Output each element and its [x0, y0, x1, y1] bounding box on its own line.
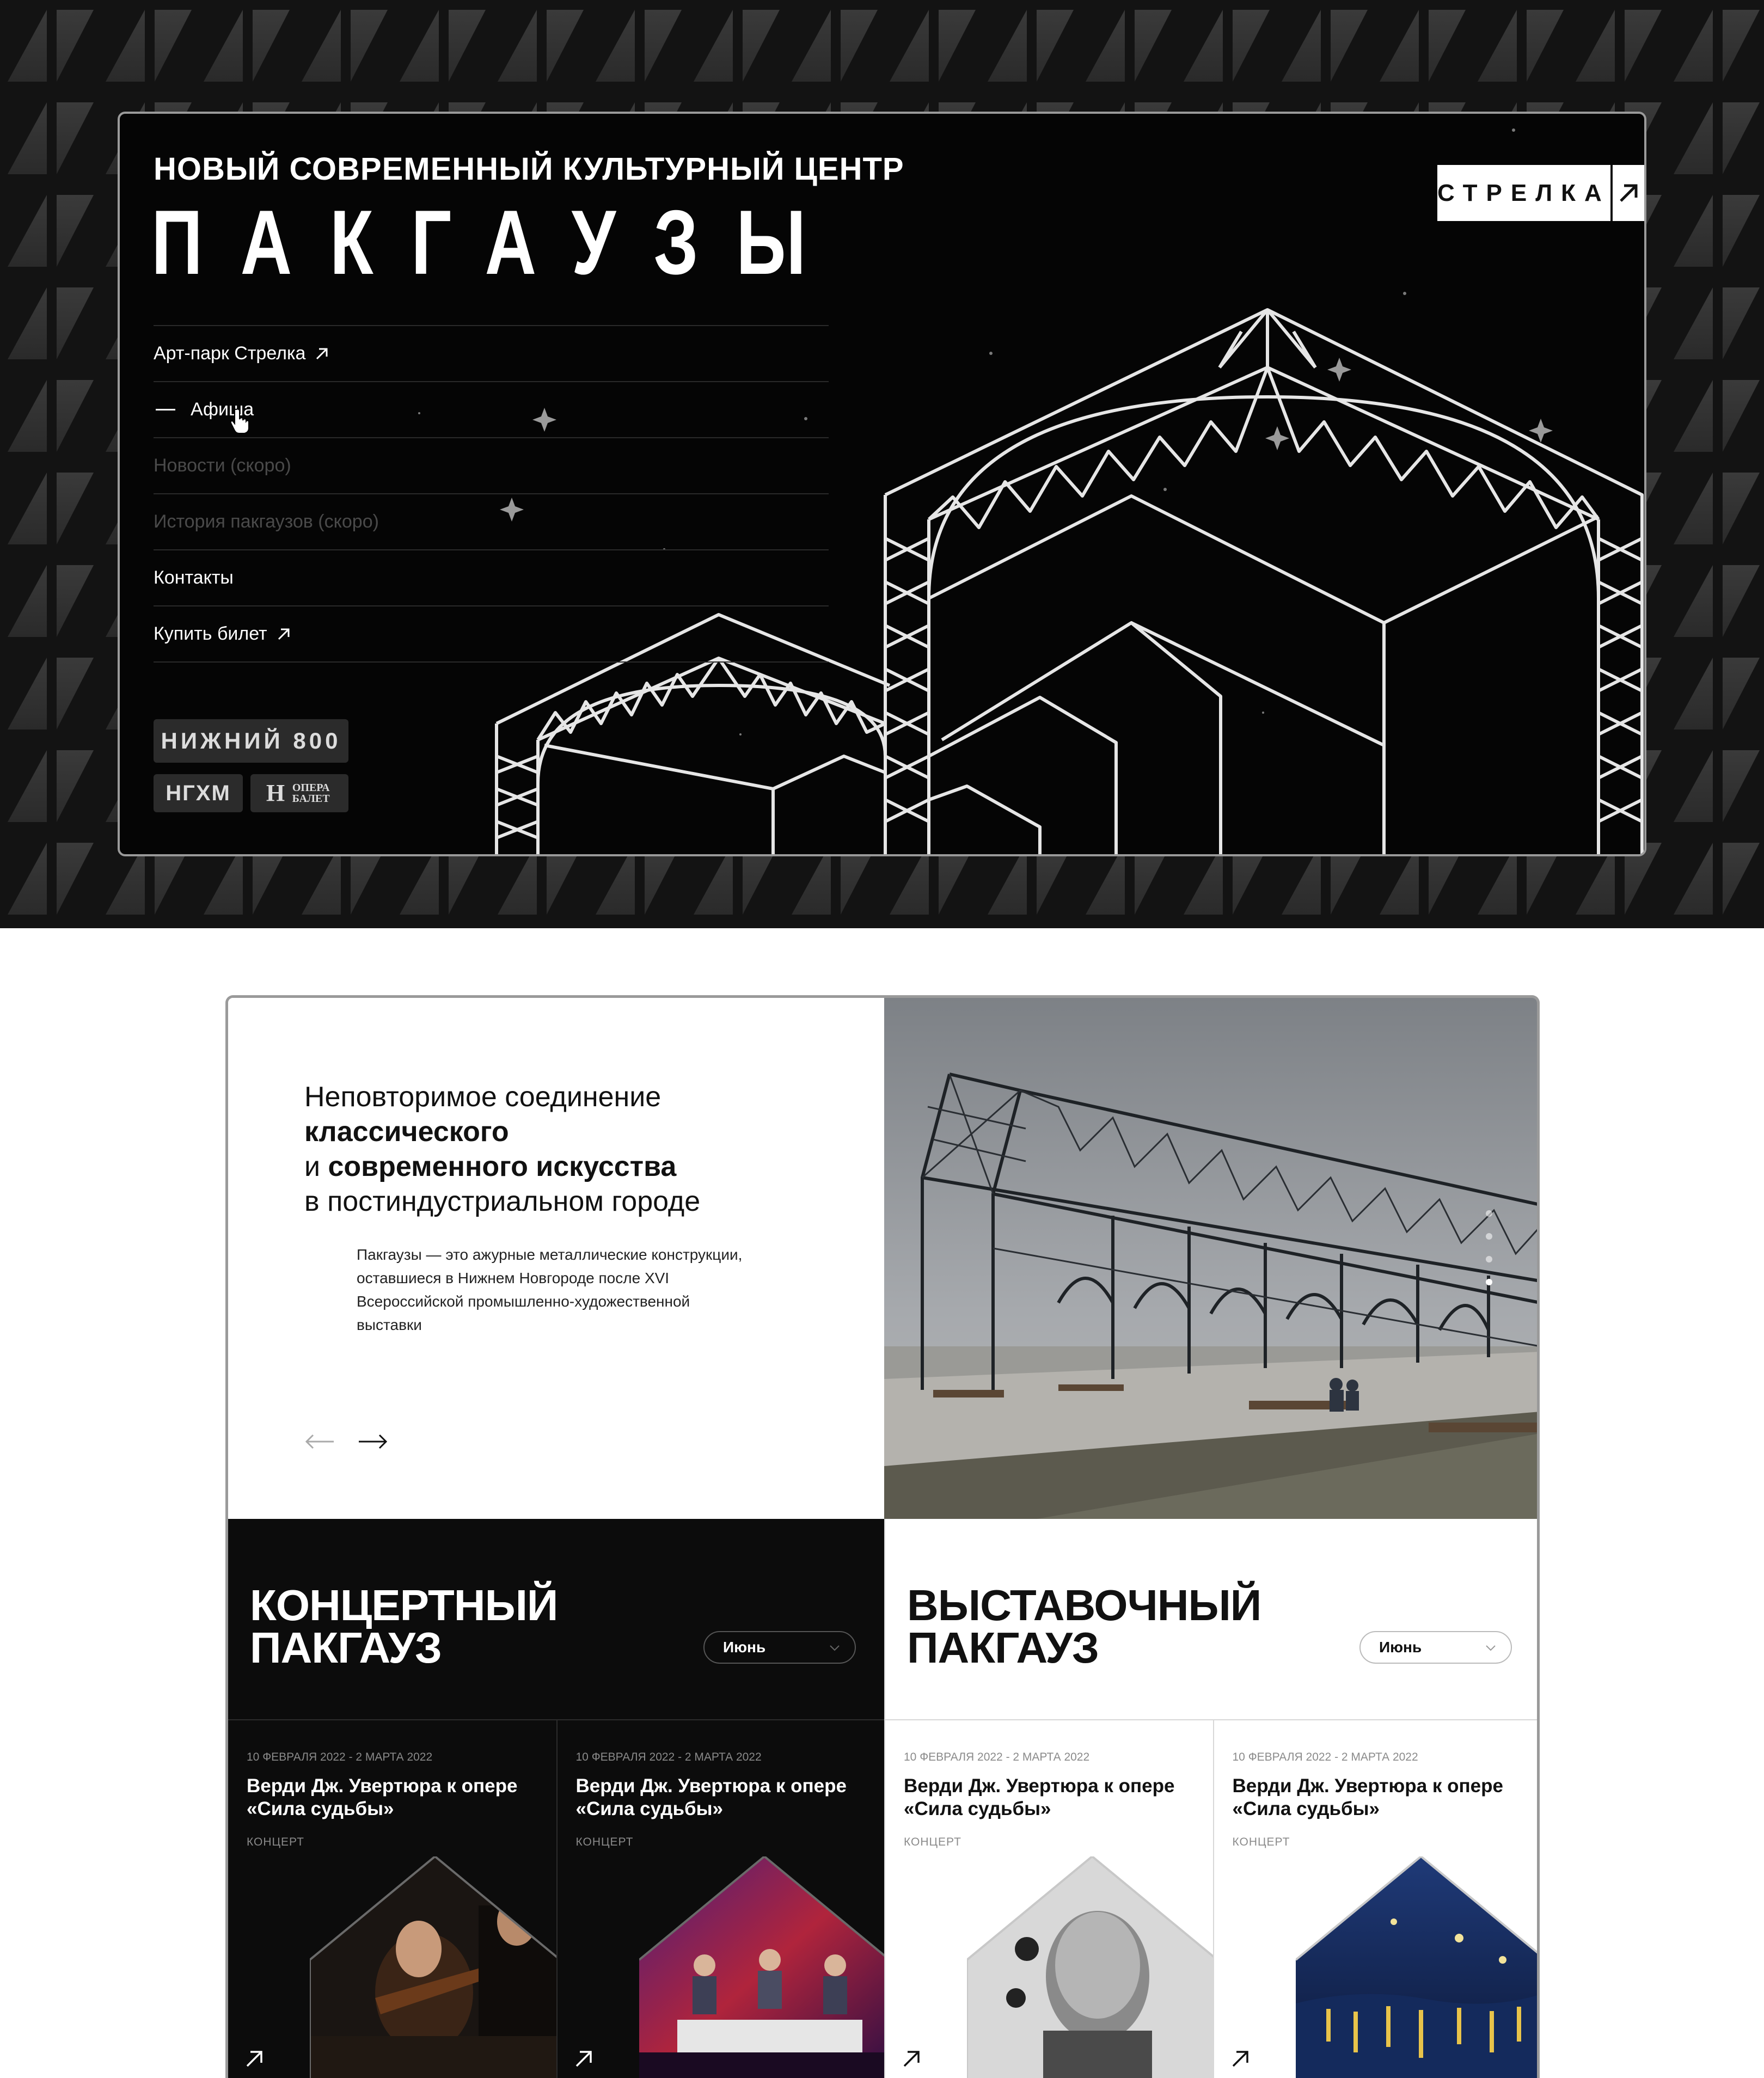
- nav-item-art-park[interactable]: Арт-парк Стрелка: [154, 325, 829, 381]
- external-arrow-icon: [278, 628, 290, 640]
- partner-logo-ngkhm[interactable]: НГХМ: [154, 774, 243, 812]
- slider-dot-active[interactable]: [1486, 1279, 1492, 1285]
- hero-title: ПАКГАУЗЫ: [151, 191, 844, 293]
- month-select[interactable]: Июнь: [703, 1631, 856, 1664]
- venue-title: КОНЦЕРТНЫЙ ПАКГАУЗ: [250, 1581, 558, 1672]
- nav-item-label: Контакты: [154, 567, 234, 588]
- intro-headline: Неповторимое соединение классического и …: [304, 1081, 701, 1217]
- event-cards-concert: 10 ФЕВРАЛЯ 2022 - 2 МАРТА 2022 Верди Дж.…: [228, 1719, 884, 2078]
- event-card[interactable]: 10 ФЕВРАЛЯ 2022 - 2 МАРТА 2022 Верди Дж.…: [885, 1720, 1213, 2078]
- event-tag: КОНЦЕРТ: [575, 1836, 634, 1848]
- arrow-up-right-icon[interactable]: [902, 2049, 921, 2069]
- slider-dot[interactable]: [1486, 1233, 1492, 1240]
- main-nav: Арт-парк Стрелка Афиша Новости (скоро) И…: [154, 325, 829, 663]
- hero-subtitle: НОВЫЙ СОВРЕМЕННЫЙ КУЛЬТУРНЫЙ ЦЕНТР: [154, 151, 904, 187]
- event-tag: КОНЦЕРТ: [904, 1836, 961, 1848]
- hero-section: НОВЫЙ СОВРЕМЕННЫЙ КУЛЬТУРНЫЙ ЦЕНТР ПАКГА…: [0, 0, 1764, 928]
- slider-dots: [1486, 1210, 1492, 1285]
- arrow-up-right-icon[interactable]: [574, 2049, 593, 2069]
- event-card[interactable]: 10 ФЕВРАЛЯ 2022 - 2 МАРТА 2022 Верди Дж.…: [556, 1720, 884, 2078]
- partner-logo-nizhny800[interactable]: НИЖНИЙ 800: [154, 719, 348, 763]
- arrow-up-right-icon[interactable]: [1230, 2049, 1250, 2069]
- event-image-drummers: [639, 1856, 884, 2078]
- partner-logo-opera-ballet[interactable]: H ОПЕРА БАЛЕТ: [250, 774, 348, 812]
- event-date: 10 ФЕВРАЛЯ 2022 - 2 МАРТА 2022: [1232, 1751, 1418, 1763]
- event-title: Верди Дж. Увертюра к опере «Сила судьбы»: [904, 1775, 1175, 1819]
- month-select[interactable]: Июнь: [1359, 1631, 1512, 1664]
- nav-item-buy-ticket[interactable]: Купить билет: [154, 605, 829, 661]
- nav-item-history: История пакгаузов (скоро): [154, 493, 829, 549]
- pakgauz-photo: [884, 998, 1537, 1519]
- nav-item-news: Новости (скоро): [154, 437, 829, 493]
- event-title: Верди Дж. Увертюра к опере «Сила судьбы»: [247, 1775, 518, 1819]
- event-cards-exhibition: 10 ФЕВРАЛЯ 2022 - 2 МАРТА 2022 Верди Дж.…: [884, 1719, 1537, 2078]
- nav-item-label: Арт-парк Стрелка: [154, 343, 306, 364]
- opera-monogram-icon: H: [266, 780, 285, 806]
- venue-title: ВЫСТАВОЧНЫЙ ПАКГАУЗ: [907, 1581, 1261, 1672]
- slider-dot[interactable]: [1486, 1256, 1492, 1262]
- event-tag: КОНЦЕРТ: [247, 1836, 304, 1848]
- venue-header-exhibition: ВЫСТАВОЧНЫЙ ПАКГАУЗ Июнь: [884, 1519, 1537, 1719]
- event-card[interactable]: 10 ФЕВРАЛЯ 2022 - 2 МАРТА 2022 Верди Дж.…: [228, 1720, 556, 2078]
- event-date: 10 ФЕВРАЛЯ 2022 - 2 МАРТА 2022: [904, 1751, 1090, 1763]
- event-date: 10 ФЕВРАЛЯ 2022 - 2 МАРТА 2022: [247, 1751, 433, 1763]
- arrow-up-right-icon[interactable]: [244, 2049, 264, 2069]
- intro-panel: Неповторимое соединение классического и …: [228, 998, 884, 1519]
- strelka-label: СТРЕЛКА: [1437, 179, 1610, 206]
- event-title: Верди Дж. Увертюра к опере «Сила судьбы»: [575, 1775, 847, 1819]
- intro-description: Пакгаузы — это ажурные металлические кон…: [357, 1246, 743, 1333]
- hero-card: НОВЫЙ СОВРЕМЕННЫЙ КУЛЬТУРНЫЙ ЦЕНТР ПАКГА…: [118, 112, 1646, 856]
- content-frame: Неповторимое соединение классического и …: [225, 995, 1540, 2078]
- event-image-portrait: [967, 1856, 1213, 2078]
- hero-photo: [884, 998, 1537, 1519]
- strelka-button[interactable]: СТРЕЛКА: [1437, 165, 1644, 221]
- cursor-hand-icon: [230, 408, 250, 433]
- slider-dot[interactable]: [1486, 1210, 1492, 1217]
- event-card[interactable]: 10 ФЕВРАЛЯ 2022 - 2 МАРТА 2022 Верди Дж.…: [1212, 1720, 1537, 2078]
- chevron-down-icon: [1486, 1645, 1496, 1651]
- external-arrow-icon: [316, 348, 328, 359]
- arrow-left-icon[interactable]: [304, 1433, 335, 1450]
- event-image-starry-night: [1295, 1856, 1537, 2078]
- event-date: 10 ФЕВРАЛЯ 2022 - 2 МАРТА 2022: [575, 1751, 762, 1763]
- active-dash: [156, 409, 175, 410]
- event-tag: КОНЦЕРТ: [1232, 1836, 1290, 1848]
- nav-item-label: Новости (скоро): [154, 455, 291, 476]
- venue-header-concert: КОНЦЕРТНЫЙ ПАКГАУЗ Июнь: [228, 1519, 884, 1719]
- chevron-down-icon: [830, 1645, 840, 1651]
- slider-controls: [304, 1433, 388, 1450]
- event-image-violinist: [310, 1856, 556, 2078]
- nav-item-afisha[interactable]: Афиша: [154, 381, 829, 437]
- nav-item-label: История пакгаузов (скоро): [154, 511, 379, 532]
- nav-item-label: Купить билет: [154, 623, 267, 644]
- nav-item-contacts[interactable]: Контакты: [154, 549, 829, 605]
- external-arrow-icon: [1610, 165, 1644, 221]
- arrow-right-icon[interactable]: [358, 1433, 388, 1450]
- event-title: Верди Дж. Увертюра к опере «Сила судьбы»: [1232, 1775, 1503, 1819]
